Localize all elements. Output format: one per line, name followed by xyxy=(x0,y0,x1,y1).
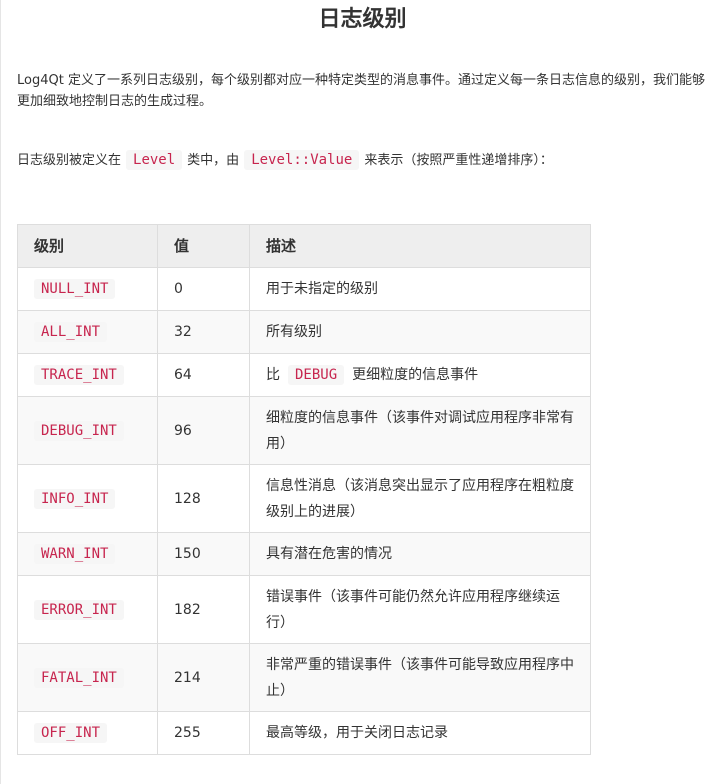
header-value: 值 xyxy=(157,224,250,268)
definition-prefix: 日志级别被定义在 xyxy=(17,153,122,168)
page-title: 日志级别 xyxy=(318,7,407,32)
level-code: FATAL_INT xyxy=(34,667,124,688)
description-prefix: 比 xyxy=(266,367,280,383)
level-cell: TRACE_INT xyxy=(17,353,158,397)
value-cell: 96 xyxy=(157,396,250,465)
value-cell: 214 xyxy=(157,643,250,712)
description-suffix: 更细粒度的信息事件 xyxy=(352,367,479,383)
enum-code: Level::Value xyxy=(244,150,360,170)
definition-suffix: 来表示（按照严重性递增排序）： xyxy=(364,153,553,168)
table-row: OFF_INT 255 最高等级，用于关闭日志记录 xyxy=(17,711,591,755)
table-row: TRACE_INT 64 比 DEBUG 更细粒度的信息事件 xyxy=(17,353,591,397)
header-description: 描述 xyxy=(249,224,591,268)
value-cell: 32 xyxy=(157,310,250,354)
level-code: DEBUG_INT xyxy=(34,420,124,441)
definition-paragraph: 日志级别被定义在 Level 类中，由 Level::Value 来表示（按照严重性递增… xyxy=(17,147,713,174)
level-code: TRACE_INT xyxy=(34,365,124,385)
description-cell: 具有潜在危害的情况 xyxy=(249,532,591,576)
intro-paragraph: Log4Qt 定义了一系列日志级别，每个级别都对应一种特定类型的消息事件。通过定… xyxy=(17,73,705,109)
value-cell: 150 xyxy=(157,532,250,576)
value-cell: 128 xyxy=(157,464,250,533)
table-row: FATAL_INT 214 非常严重的错误事件（该事件可能导致应用程序中止） xyxy=(17,643,591,712)
level-code: INFO_INT xyxy=(34,488,116,509)
level-code: NULL_INT xyxy=(34,279,116,299)
description-cell: 比 DEBUG 更细粒度的信息事件 xyxy=(249,353,591,397)
description-cell: 所有级别 xyxy=(249,310,591,354)
level-code: WARN_INT xyxy=(34,544,116,564)
value-cell: 0 xyxy=(157,267,250,311)
header-level: 级别 xyxy=(17,224,158,268)
level-cell: DEBUG_INT xyxy=(17,396,158,465)
level-code: ERROR_INT xyxy=(34,599,124,620)
definition-middle: 类中，由 xyxy=(187,153,240,168)
value-cell: 255 xyxy=(157,711,250,755)
level-cell: OFF_INT xyxy=(17,711,158,755)
table-row: ERROR_INT 182 错误事件（该事件可能仍然允许应用程序继续运行） xyxy=(17,575,591,644)
description-cell: 信息性消息（该消息突出显示了应用程序在粗粒度级别上的进展） xyxy=(249,464,591,533)
table-row: ALL_INT 32 所有级别 xyxy=(17,310,591,354)
description-cell: 细粒度的信息事件（该事件对调试应用程序非常有用） xyxy=(249,396,591,465)
article-page: 日志级别 Log4Qt 定义了一系列日志级别，每个级别都对应一种特定类型的消息事… xyxy=(0,0,723,784)
table-row: DEBUG_INT 96 细粒度的信息事件（该事件对调试应用程序非常有用） xyxy=(17,396,591,465)
level-cell: NULL_INT xyxy=(17,267,158,311)
level-cell: FATAL_INT xyxy=(17,643,158,712)
description-cell: 非常严重的错误事件（该事件可能导致应用程序中止） xyxy=(249,643,591,712)
debug-code: DEBUG xyxy=(288,365,345,385)
value-cell: 182 xyxy=(157,575,250,644)
class-code: Level xyxy=(126,150,183,170)
table-row: WARN_INT 150 具有潜在危害的情况 xyxy=(17,532,591,576)
description-cell: 用于未指定的级别 xyxy=(249,267,591,311)
table-row: NULL_INT 0 用于未指定的级别 xyxy=(17,267,591,311)
table-header-row: 级别 值 描述 xyxy=(17,224,591,268)
level-table: 级别 值 描述 NULL_INT 0 用于未指定的级别 ALL_INT 32 所… xyxy=(17,224,591,755)
description-cell: 错误事件（该事件可能仍然允许应用程序继续运行） xyxy=(249,575,591,644)
description-cell: 最高等级，用于关闭日志记录 xyxy=(249,711,591,755)
table-row: INFO_INT 128 信息性消息（该消息突出显示了应用程序在粗粒度级别上的进… xyxy=(17,464,591,533)
level-cell: WARN_INT xyxy=(17,532,158,576)
level-cell: ERROR_INT xyxy=(17,575,158,644)
level-cell: ALL_INT xyxy=(17,310,158,354)
level-cell: INFO_INT xyxy=(17,464,158,533)
level-code: ALL_INT xyxy=(34,322,108,342)
value-cell: 64 xyxy=(157,353,250,397)
level-code: OFF_INT xyxy=(34,723,108,743)
